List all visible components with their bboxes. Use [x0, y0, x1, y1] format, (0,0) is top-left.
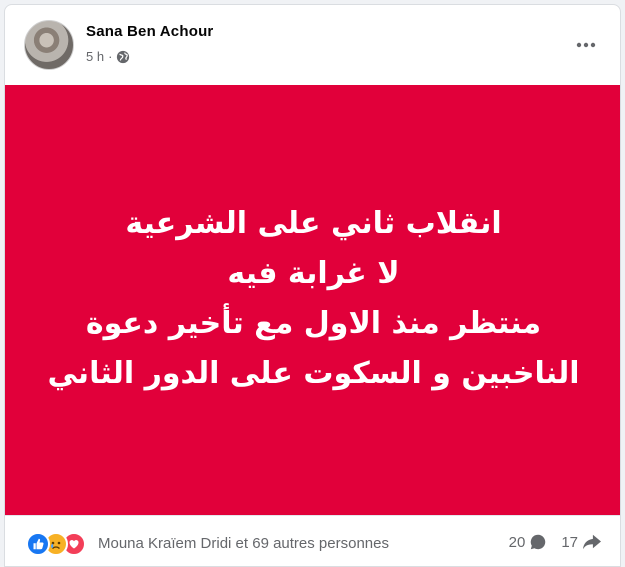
post-text-banner[interactable]: انقلاب ثاني على الشرعية لا غرابة فيه منت… — [5, 85, 620, 515]
post-meta: 5 h · — [86, 49, 130, 64]
meta-separator: · — [108, 49, 113, 64]
share-icon — [583, 534, 601, 550]
post-text-line: منتظر منذ الاول مع تأخير دعوة — [85, 306, 542, 341]
more-dots-icon — [576, 42, 596, 48]
post-time[interactable]: 5 h — [86, 49, 104, 64]
shares-count: 17 — [561, 533, 578, 551]
post-stats: 20 17 — [509, 533, 602, 551]
post-text-line: الناخبين و السكوت على الدور الثاني — [47, 356, 580, 391]
post-footer: Mouna Kraïem Dridi et 69 autres personne… — [5, 515, 620, 566]
globe-icon[interactable] — [116, 50, 130, 64]
post-text-line: انقلاب ثاني على الشرعية — [125, 206, 502, 241]
post-card: Sana Ben Achour 5 h · انقلاب ثاني على ال… — [4, 4, 621, 567]
shares-count-button[interactable]: 17 — [561, 533, 602, 551]
comments-count-button[interactable]: 20 — [509, 533, 548, 551]
reaction-icons[interactable] — [26, 532, 86, 556]
comments-count: 20 — [508, 533, 526, 551]
post-header: Sana Ben Achour 5 h · — [5, 5, 620, 85]
post-text: انقلاب ثاني على الشرعية لا غرابة فيه منت… — [47, 199, 579, 399]
author-name[interactable]: Sana Ben Achour — [86, 23, 213, 40]
more-options-button[interactable] — [572, 31, 600, 59]
reactions-summary[interactable]: Mouna Kraïem Dridi et 69 autres personne… — [98, 535, 389, 552]
comment-icon — [531, 534, 546, 550]
avatar[interactable] — [24, 20, 74, 70]
like-icon[interactable] — [26, 532, 50, 556]
post-text-line: لا غرابة فيه — [227, 256, 400, 291]
